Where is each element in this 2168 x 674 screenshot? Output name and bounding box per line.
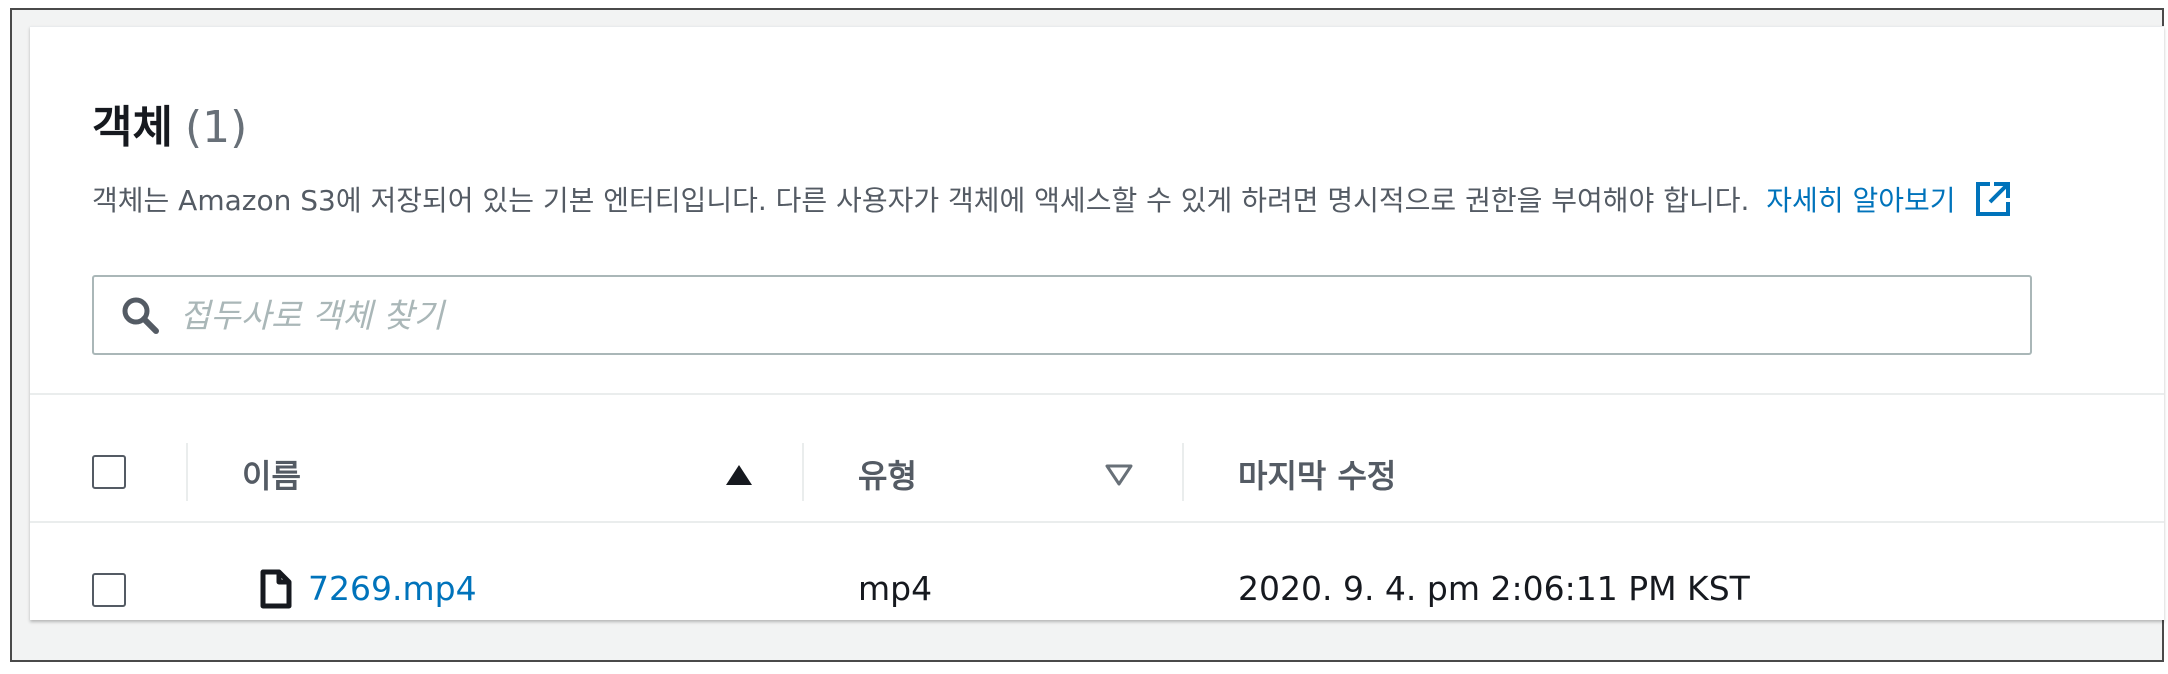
sort-descending-outline-icon[interactable] [1104,463,1134,491]
column-header-last-modified[interactable]: 마지막 수정 [1238,451,1396,497]
object-count: (1) [184,102,248,153]
search-box[interactable] [92,275,2032,355]
select-all-checkbox[interactable] [92,455,126,489]
object-type: mp4 [858,569,933,608]
object-name-link[interactable]: 7269.mp4 [308,569,477,608]
table-top-divider [30,393,2164,395]
column-separator [186,443,188,501]
panel-title: 객체 [92,102,173,153]
sort-ascending-icon[interactable] [724,463,754,491]
object-last-modified: 2020. 9. 4. pm 2:06:11 PM KST [1238,569,1750,608]
external-link-icon[interactable] [1974,180,2012,225]
panel-description: 객체는 Amazon S3에 저장되어 있는 기본 엔터티입니다. 다른 사용자… [92,179,2012,225]
column-separator [1182,443,1184,501]
description-text: 객체는 Amazon S3에 저장되어 있는 기본 엔터티입니다. 다른 사용자… [92,184,1750,217]
column-header-name[interactable]: 이름 [242,451,301,497]
panel-header: 객체 (1) [92,91,247,155]
search-icon [120,295,160,339]
column-header-type[interactable]: 유형 [858,451,917,497]
row-checkbox[interactable] [92,573,126,607]
search-input[interactable] [180,291,2000,339]
file-icon [260,569,292,613]
table-header-divider [30,521,2164,523]
window-frame: 객체 (1) 객체는 Amazon S3에 저장되어 있는 기본 엔터티입니다. … [10,8,2164,662]
objects-panel: 객체 (1) 객체는 Amazon S3에 저장되어 있는 기본 엔터티입니다. … [30,26,2164,620]
column-separator [802,443,804,501]
learn-more-link[interactable]: 자세히 알아보기 [1766,184,1955,217]
